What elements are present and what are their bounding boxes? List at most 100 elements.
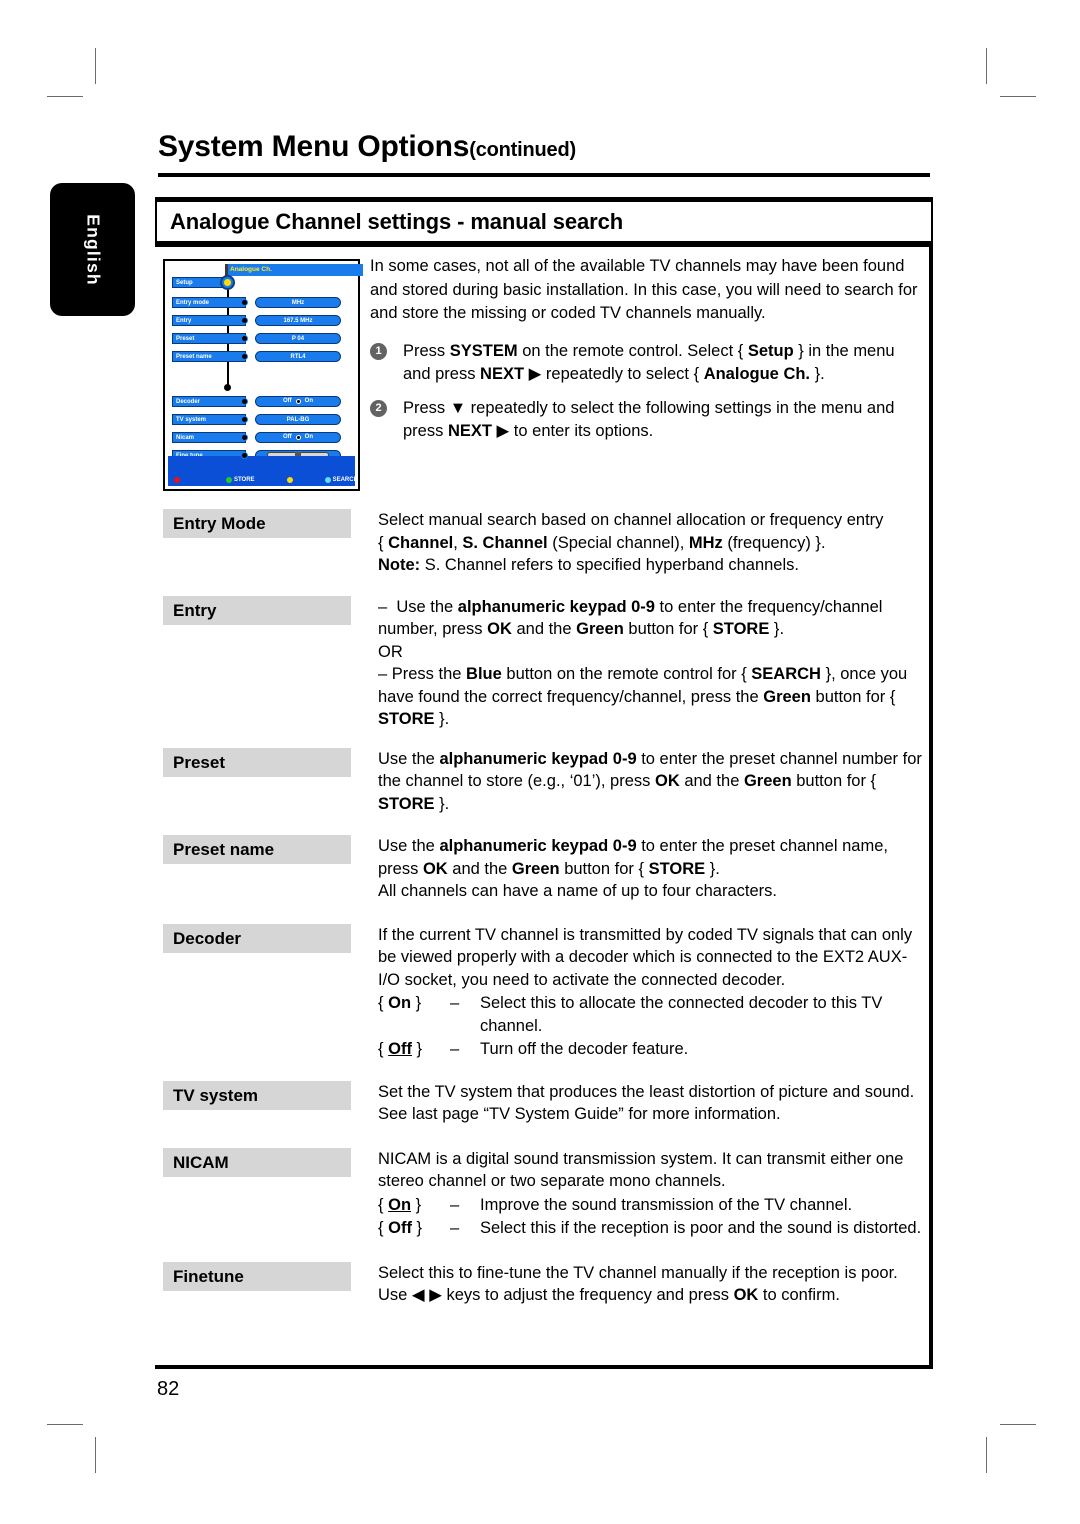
setting-term: Decoder	[163, 923, 351, 953]
crop-mark-top-right-horizontal	[1000, 96, 1036, 97]
setting-term: TV system	[163, 1080, 351, 1110]
setting-description: If the current TV channel is transmitted…	[351, 924, 925, 1061]
osd-label-preset-name: Preset name	[172, 350, 246, 362]
setting-option-key: { On }	[378, 994, 422, 1012]
color-button-yellow[interactable]	[286, 477, 295, 483]
osd-row-preset-name[interactable]: Preset name RTL4	[172, 350, 341, 362]
step-text: Press SYSTEM on the remote control. Sele…	[403, 341, 895, 384]
step-number-badge: 1	[370, 342, 387, 360]
setting-row-preset: Preset Use the alphanumeric keypad 0-9 t…	[163, 747, 925, 816]
osd-nicam-on[interactable]: On	[305, 433, 313, 442]
setting-term: Entry Mode	[163, 509, 351, 538]
cyan-circle-icon	[324, 477, 331, 483]
color-button-green-label: STORE	[234, 477, 255, 483]
osd-label-decoder: Decoder	[172, 395, 246, 407]
osd-node-preset-name	[241, 352, 248, 360]
setting-option: { Off } – Select this if the reception i…	[378, 1217, 925, 1240]
setting-description-text: NICAM is a digital sound transmission sy…	[378, 1149, 904, 1191]
setting-term: Finetune	[163, 1261, 351, 1291]
setting-description: Set the TV system that produces the leas…	[378, 1082, 915, 1124]
setting-row-preset-name: Preset name Use the alphanumeric keypad …	[163, 835, 925, 903]
crop-mark-top-left-horizontal	[47, 96, 83, 97]
language-tab: English	[50, 183, 135, 316]
setting-description: Select manual search based on channel al…	[378, 511, 884, 574]
osd-row-preset[interactable]: Preset P 04	[172, 332, 341, 344]
osd-node-entry-mode	[241, 298, 248, 306]
setting-description: – Use the alphanumeric keypad 0-9 to ent…	[378, 597, 908, 729]
osd-value-tv-system[interactable]: PAL-BG	[255, 413, 341, 425]
osd-node-nicam	[241, 433, 248, 441]
setting-term: Entry	[163, 595, 351, 625]
setting-option: { Off } – Turn off the decoder feature.	[378, 1038, 925, 1061]
setting-description: Select this to fine-tune the TV channel …	[378, 1263, 898, 1305]
steps-list: 1 Press SYSTEM on the remote control. Se…	[370, 340, 918, 444]
tv-screen-inner: Analogue Ch. Setup Entry mode MHz Entry …	[168, 264, 363, 486]
osd-nicam-off[interactable]: Off	[283, 433, 292, 442]
osd-value-decoder[interactable]: Off On	[255, 395, 341, 407]
osd-value-preset[interactable]: P 04	[255, 332, 341, 344]
osd-row-nicam[interactable]: Nicam Off On	[172, 431, 341, 443]
setting-description-text: If the current TV channel is transmitted…	[378, 925, 913, 989]
osd-value-preset-name[interactable]: RTL4	[255, 350, 341, 362]
setting-row-entry: Entry – Use the alphanumeric keypad 0-9 …	[163, 595, 925, 731]
osd-node-preset	[241, 334, 248, 342]
intro-block: In some cases, not all of the available …	[370, 255, 918, 454]
setting-option-dash: –	[450, 1219, 460, 1237]
color-button-red[interactable]	[174, 477, 182, 483]
setting-row-entry-mode: Entry Mode Select manual search based on…	[163, 509, 925, 577]
setting-row-nicam: NICAM NICAM is a digital sound transmiss…	[163, 1147, 925, 1240]
osd-label-entry-mode: Entry mode	[172, 296, 246, 308]
osd-value-entry[interactable]: 167.5 MHz	[255, 314, 341, 326]
setting-option: { On } – Improve the sound transmission …	[378, 1194, 925, 1217]
intro-paragraph: In some cases, not all of the available …	[370, 257, 918, 322]
crop-mark-top-right-vertical	[986, 48, 987, 84]
step-item: 2 Press ▼ repeatedly to select the follo…	[370, 397, 918, 444]
setting-description: NICAM is a digital sound transmission sy…	[351, 1148, 925, 1240]
setting-option-key: { Off }	[378, 1040, 423, 1058]
osd-menu-title: Analogue Ch.	[226, 264, 363, 276]
crop-mark-bottom-right-horizontal	[1000, 1424, 1036, 1425]
setting-description: Use the alphanumeric keypad 0-9 to enter…	[378, 837, 888, 900]
setting-option-value: Select this to allocate the connected de…	[480, 994, 883, 1035]
page-title-main: System Menu Options	[158, 130, 470, 163]
osd-value-nicam[interactable]: Off On	[255, 431, 341, 443]
setting-option-value: Select this if the reception is poor and…	[480, 1219, 922, 1237]
setting-option: { On } – Select this to allocate the con…	[378, 992, 925, 1037]
crop-mark-bottom-left-horizontal	[47, 1424, 83, 1425]
osd-node-tv-system	[241, 415, 248, 423]
page-title-continued: (continued)	[469, 139, 576, 161]
osd-row-entry[interactable]: Entry 167.5 MHz	[172, 314, 341, 326]
step-number-badge: 2	[370, 399, 387, 417]
osd-decoder-off[interactable]: Off	[283, 397, 292, 406]
radio-dot-icon	[295, 398, 301, 404]
settings-list: Entry Mode Select manual search based on…	[163, 509, 925, 1307]
setting-option-dash: –	[450, 1040, 460, 1058]
osd-color-button-bar: STORE SEARCH	[168, 474, 358, 486]
setting-option-key: { On }	[378, 1195, 422, 1214]
setting-option-value: Turn off the decoder feature.	[480, 1040, 689, 1058]
setting-row-decoder: Decoder If the current TV channel is tra…	[163, 923, 925, 1061]
osd-label-preset: Preset	[172, 332, 246, 344]
osd-row-decoder[interactable]: Decoder Off On	[172, 395, 341, 407]
osd-selected-node	[220, 275, 235, 290]
green-circle-icon	[226, 477, 232, 483]
osd-node-entry	[241, 316, 248, 324]
content-frame: Analogue Ch. Setup Entry mode MHz Entry …	[155, 247, 933, 1369]
osd-selected-node-dot	[224, 279, 231, 286]
osd-label-nicam: Nicam	[172, 431, 246, 443]
page-title: System Menu Options(continued)	[158, 130, 576, 164]
color-button-green-store[interactable]: STORE	[226, 477, 255, 483]
section-header: Analogue Channel settings - manual searc…	[155, 197, 933, 247]
osd-row-entry-mode[interactable]: Entry mode MHz	[172, 296, 341, 308]
section-header-box: Analogue Channel settings - manual searc…	[155, 202, 933, 241]
title-rule	[158, 173, 930, 177]
osd-value-entry-mode[interactable]: MHz	[255, 296, 341, 308]
osd-decoder-on[interactable]: On	[305, 397, 313, 406]
yellow-circle-icon	[286, 477, 293, 483]
setting-option-dash: –	[450, 994, 460, 1012]
color-button-blue-label: SEARCH	[332, 477, 358, 483]
osd-row-tv-system[interactable]: TV system PAL-BG	[172, 413, 341, 425]
step-text: Press ▼ repeatedly to select the followi…	[403, 398, 895, 441]
setting-description: Use the alphanumeric keypad 0-9 to enter…	[378, 749, 922, 813]
color-button-blue-search[interactable]: SEARCH	[324, 477, 358, 483]
